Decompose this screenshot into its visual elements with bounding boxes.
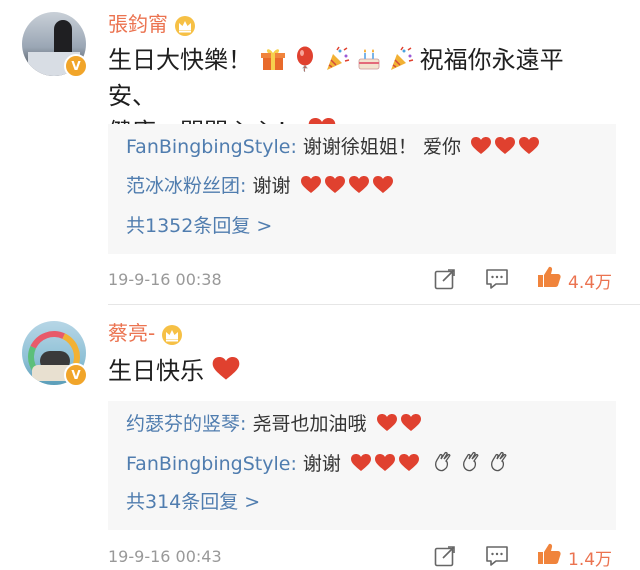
cake-emoji [358,49,380,70]
heart-emoji [301,176,321,194]
like-icon[interactable] [536,542,562,566]
username[interactable]: 張鈞甯 [108,12,196,36]
crown-icon [161,325,183,345]
share-icon[interactable] [434,545,456,567]
heart-emoji [495,137,515,155]
heart-emoji [399,454,419,472]
reply-item: FanBingbingStyle: 谢谢徐姐姐！ 爱你 [126,134,539,160]
comment-icon[interactable] [485,268,509,290]
reply-username[interactable]: FanBingbingStyle: [126,453,297,475]
heart-emoji [375,454,395,472]
more-replies-link[interactable]: 共1352条回复 > [126,213,272,239]
reply-box: FanBingbingStyle: 谢谢徐姐姐！ 爱你 范冰冰粉丝团: 谢谢 共… [108,124,616,254]
comment-item: V 蔡亮- 生日快乐 约瑟芬的竖琴: 尧哥也加油哦 FanBingbingSty… [0,305,640,570]
crown-icon [174,16,196,36]
comment-text: 生日快乐 [108,353,608,389]
timestamp: 19-9-16 00:38 [108,270,222,289]
like-count: 1.4万 [568,550,613,570]
reply-item: 约瑟芬的竖琴: 尧哥也加油哦 [126,411,421,437]
clap-emoji [461,450,481,472]
heart-emoji [325,176,345,194]
reply-username[interactable]: 范冰冰粉丝团: [126,175,246,197]
share-icon[interactable] [434,268,456,290]
heart-emoji [351,454,371,472]
heart-emoji [401,414,421,432]
heart-emoji [519,137,539,155]
verified-badge-icon: V [64,54,88,78]
more-replies-link[interactable]: 共314条回复 > [126,489,260,515]
reply-username[interactable]: FanBingbingStyle: [126,136,297,158]
heart-emoji [373,176,393,194]
reply-item: 范冰冰粉丝团: 谢谢 [126,173,393,199]
reply-box: 约瑟芬的竖琴: 尧哥也加油哦 FanBingbingStyle: 谢谢 共314… [108,401,616,530]
party-popper-emoji [390,46,413,70]
timestamp: 19-9-16 00:43 [108,547,222,566]
like-icon[interactable] [536,265,562,289]
heart-emoji [377,414,397,432]
gift-emoji [260,49,285,70]
reply-item: FanBingbingStyle: 谢谢 [126,450,509,477]
like-count: 4.4万 [568,273,613,293]
comment-icon[interactable] [485,545,509,567]
comment-item: V 張鈞甯 生日大快樂！ 祝福你永遠平安、 健康，開開心心！ FanBingbi… [0,0,640,305]
heart-emoji [471,137,491,155]
clap-emoji [433,450,453,472]
reply-username[interactable]: 约瑟芬的竖琴: [126,413,246,435]
verified-badge-icon: V [64,363,88,387]
heart-emoji [212,357,240,381]
balloon-emoji [296,46,313,72]
heart-emoji [349,176,369,194]
username[interactable]: 蔡亮- [108,321,183,345]
party-popper-emoji [326,46,349,70]
clap-emoji [489,450,509,472]
